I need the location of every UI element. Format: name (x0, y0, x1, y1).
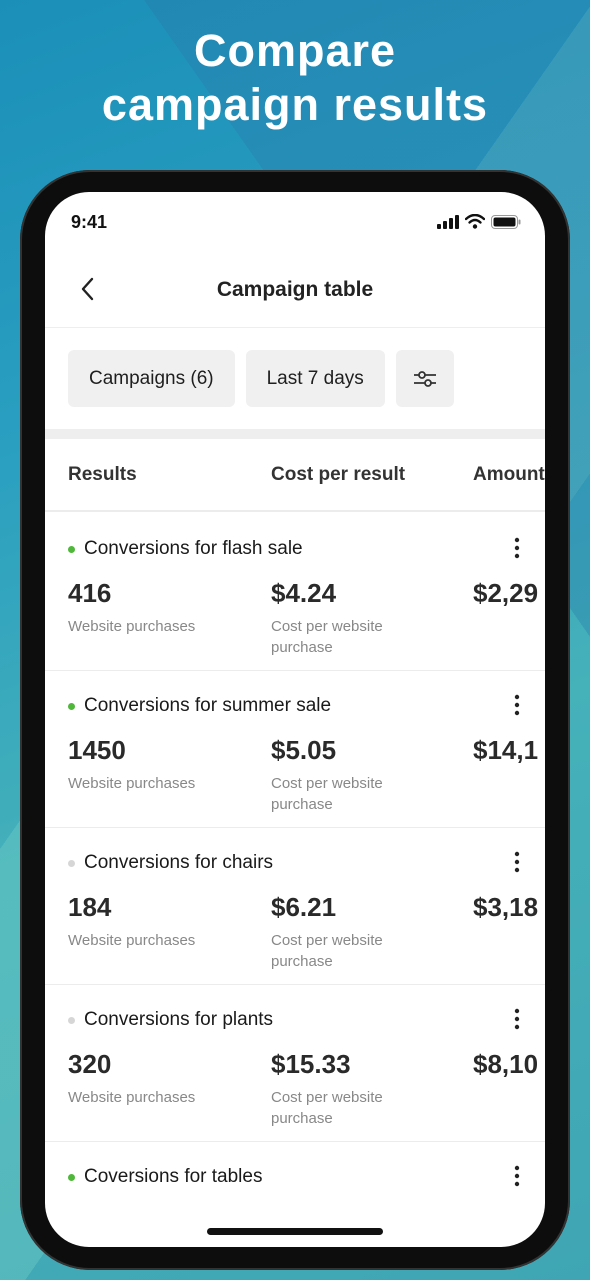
promo-headline: Compare campaign results (0, 24, 590, 132)
sliders-icon (413, 370, 436, 387)
campaign-name: Conversions for plants (84, 1009, 274, 1030)
cost-label-line-2: purchase (271, 796, 333, 813)
column-cost-per-result[interactable]: Cost per result (271, 464, 405, 486)
battery-icon (491, 214, 521, 229)
more-options-icon[interactable] (511, 693, 523, 717)
campaign-name: Conversions for chairs (84, 852, 274, 873)
status-dot-icon (68, 702, 75, 710)
wifi-icon (465, 214, 485, 229)
column-amount-spent[interactable]: Amount spent (473, 464, 545, 486)
status-dot-icon (68, 1173, 75, 1181)
amount-value: $14,1 (473, 735, 539, 765)
status-dot-icon (68, 1016, 75, 1024)
results-value: 184 (68, 892, 112, 922)
headline-line-1: Compare (193, 25, 397, 76)
campaign-row[interactable]: Conversions for plants 320 Website purchas… (45, 985, 545, 1142)
cost-value: $15.33 (271, 1049, 351, 1079)
campaign-title[interactable]: Conversions for chairs (68, 852, 273, 874)
cost-value: $6.21 (271, 892, 337, 922)
cost-label-line-2: purchase (271, 639, 333, 656)
cost-label-line-1: Cost per website (271, 775, 383, 792)
campaign-name: Conversions for summer sale (84, 695, 332, 716)
amount-value: $2,29 (473, 578, 539, 608)
campaign-title[interactable]: Conversions for summer sale (68, 695, 331, 717)
campaign-title[interactable]: Conversions for plants (68, 1009, 273, 1031)
column-results[interactable]: Results (68, 464, 137, 486)
status-dot-icon (68, 545, 75, 553)
date-range-button[interactable]: Last 7 days (245, 350, 385, 407)
table-header: Results Cost per result Amount spent (45, 438, 545, 512)
page-title: Campaign table (216, 278, 374, 301)
campaign-row[interactable]: Conversions for chairs 184 Website purchas… (45, 828, 545, 985)
campaigns-filter-button[interactable]: Campaigns (6) (68, 350, 235, 407)
status-icons (437, 214, 521, 229)
cost-label-line-2: purchase (271, 953, 333, 970)
results-label: Website purchases (68, 618, 196, 635)
cost-label: Cost per website purchase (271, 1087, 383, 1129)
campaign-title[interactable]: Conversions for flash sale (68, 538, 303, 560)
more-options-icon[interactable] (511, 850, 523, 874)
status-time: 9:41 (71, 212, 108, 232)
cost-label: Cost per website purchase (271, 773, 383, 815)
campaign-row[interactable]: Conversions for summer sale 1450 Website p… (45, 671, 545, 828)
cost-label-line-1: Cost per website (271, 618, 383, 635)
results-value: 320 (68, 1049, 112, 1079)
amount-value: $3,18 (473, 892, 539, 922)
cost-label-line-1: Cost per website (271, 932, 383, 949)
cost-value: $4.24 (271, 578, 337, 608)
results-label: Website purchases (68, 1089, 196, 1106)
results-label: Website purchases (68, 932, 196, 949)
campaign-row[interactable]: Conversions for flash sale 416 Website pur… (45, 514, 545, 671)
more-options-icon[interactable] (511, 1164, 523, 1188)
cost-label: Cost per website purchase (271, 616, 383, 658)
filter-bar: Campaigns (6) Last 7 days (68, 350, 454, 407)
home-indicator (207, 1228, 383, 1235)
status-bar: 9:41 (45, 192, 545, 252)
campaign-title[interactable]: Coversions for tables (68, 1166, 262, 1188)
status-dot-icon (68, 859, 75, 867)
phone-screen: 9:41 Campaign table Campaigns (6) Last 7… (45, 192, 545, 1247)
cost-label-line-2: purchase (271, 1110, 333, 1127)
cost-value: $5.05 (271, 735, 337, 765)
results-value: 416 (68, 578, 112, 608)
campaign-name: Conversions for flash sale (84, 538, 303, 559)
campaign-name: Coversions for tables (84, 1166, 263, 1187)
nav-bar: Campaign table (45, 262, 545, 328)
cost-label: Cost per website purchase (271, 930, 383, 972)
results-value: 1450 (68, 735, 126, 765)
results-label: Website purchases (68, 775, 196, 792)
more-options-icon[interactable] (511, 1007, 523, 1031)
signal-icon (437, 214, 459, 229)
amount-value: $8,10 (473, 1049, 539, 1079)
headline-line-2: campaign results (101, 79, 489, 130)
cost-label-line-1: Cost per website (271, 1089, 383, 1106)
filter-settings-button[interactable] (395, 350, 454, 407)
more-options-icon[interactable] (511, 536, 523, 560)
